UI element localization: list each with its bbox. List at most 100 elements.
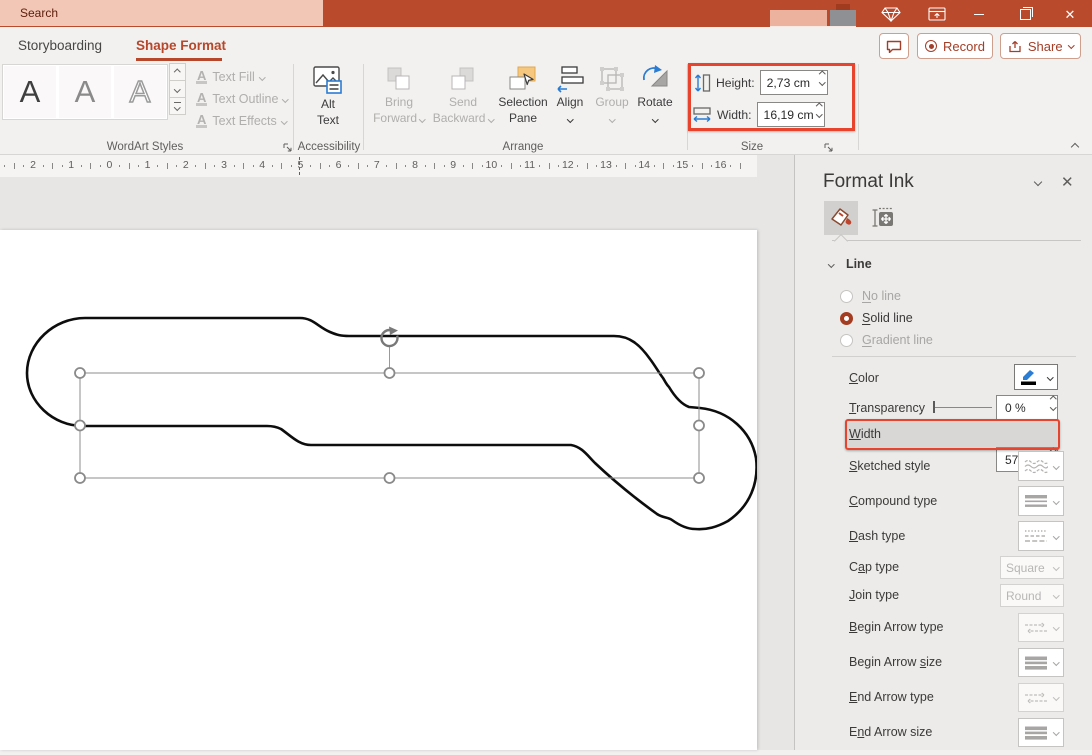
end-arrow-type-dropdown[interactable] — [1018, 683, 1064, 712]
horizontal-ruler[interactable]: 21012345678910111213141516 — [0, 155, 757, 177]
panel-chevron-down-icon[interactable] — [1034, 178, 1042, 186]
text-fill-icon: A — [196, 70, 207, 84]
slide-canvas[interactable] — [0, 230, 757, 750]
group-label-size: Size — [690, 141, 814, 153]
radio-gradient-line[interactable]: Gradient line — [840, 333, 933, 347]
ribbon-display-options-icon[interactable] — [922, 2, 952, 26]
begin-arrow-type-label: Begin Arrow type — [849, 620, 944, 634]
selection-handle[interactable] — [75, 368, 85, 378]
gallery-scroll-up-button[interactable] — [169, 63, 186, 81]
record-button[interactable]: Record — [917, 33, 993, 59]
height-input[interactable]: 2,73 cm — [760, 70, 828, 95]
cap-type-dropdown[interactable]: Square — [1000, 556, 1064, 579]
transparency-slider-track[interactable] — [935, 407, 992, 408]
rotate-icon — [640, 64, 670, 94]
restore-button[interactable] — [1010, 2, 1040, 26]
gallery-more-button[interactable] — [169, 97, 186, 115]
transparency-input[interactable]: 0 % — [996, 395, 1058, 420]
minimize-button[interactable] — [964, 2, 994, 26]
height-spinner[interactable] — [820, 72, 825, 84]
active-tab-underline — [136, 58, 222, 61]
compound-type-dropdown[interactable] — [1018, 486, 1064, 516]
selection-handle[interactable] — [75, 421, 85, 431]
text-outline-icon: A — [196, 92, 207, 106]
rotate-button[interactable]: Rotate — [632, 64, 678, 126]
arrow-type-icon — [1024, 690, 1048, 706]
width-spinner[interactable] — [817, 104, 822, 116]
wordart-style-3[interactable]: A — [114, 66, 166, 118]
selection-handle[interactable] — [694, 421, 704, 431]
wordart-style-1[interactable]: A — [4, 66, 56, 118]
selection-handle[interactable] — [385, 368, 395, 378]
tab-shape-format[interactable]: Shape Format — [136, 33, 226, 59]
selection-pane-button[interactable]: Selection Pane — [494, 64, 552, 126]
send-backward-icon — [448, 64, 478, 94]
comments-button[interactable] — [879, 33, 909, 59]
ink-fill-icon — [829, 206, 853, 230]
end-arrow-size-dropdown[interactable] — [1018, 718, 1064, 747]
tab-storyboarding[interactable]: Storyboarding — [18, 33, 102, 59]
width-input[interactable]: 16,19 cm — [757, 102, 825, 127]
slide-canvas-svg — [0, 230, 757, 750]
designer-icon[interactable] — [876, 2, 906, 26]
close-window-button[interactable]: ✕ — [1055, 2, 1085, 26]
alt-text-icon — [312, 64, 344, 96]
text-effects-button[interactable]: A Text Effects — [196, 110, 288, 132]
gallery-scroll-down-button[interactable] — [169, 80, 186, 98]
wordart-gallery: A A A — [2, 64, 168, 120]
wordart-gallery-scroll — [169, 64, 186, 115]
group-label-wordart: WordArt Styles — [60, 141, 230, 153]
radio-icon — [840, 334, 853, 347]
selection-handle[interactable] — [75, 473, 85, 483]
width-label: Width: — [717, 108, 752, 122]
join-type-dropdown[interactable]: Round — [1000, 584, 1064, 607]
dash-type-label: Dash type — [849, 529, 905, 543]
height-icon — [694, 73, 711, 93]
bring-forward-button[interactable]: Bring Forward — [368, 64, 430, 126]
compound-lines-icon — [1024, 493, 1048, 509]
panel-title: Format Ink — [823, 171, 914, 193]
selection-handle[interactable] — [385, 473, 395, 483]
cap-type-label: Cap type — [849, 560, 899, 574]
selection-handle[interactable] — [694, 473, 704, 483]
search-input[interactable]: Search — [0, 0, 323, 26]
ink-stroke[interactable] — [27, 318, 757, 529]
collapse-ribbon-button[interactable] — [1071, 143, 1079, 151]
format-ink-panel: Format Ink ✕ Line No line Solid line — [794, 155, 1092, 750]
close-icon: ✕ — [1065, 8, 1076, 21]
alt-text-button[interactable]: Alt Text — [300, 64, 356, 128]
comment-icon — [886, 40, 902, 53]
bring-forward-icon — [384, 64, 414, 94]
text-outline-button[interactable]: A Text Outline — [196, 88, 288, 110]
radio-icon — [840, 312, 853, 325]
begin-arrow-size-dropdown[interactable] — [1018, 648, 1064, 677]
radio-no-line[interactable]: No line — [840, 289, 901, 303]
tab-fill-line[interactable] — [824, 201, 858, 235]
selection-handle[interactable] — [694, 368, 704, 378]
radio-solid-line[interactable]: Solid line — [840, 311, 913, 325]
color-label: Color — [849, 371, 879, 385]
tab-size-properties[interactable] — [866, 201, 900, 235]
send-backward-button[interactable]: Send Backward — [432, 64, 494, 126]
wordart-style-2[interactable]: A — [59, 66, 111, 118]
share-dropdown-icon — [1068, 42, 1074, 48]
line-section-header[interactable]: Line — [829, 255, 872, 273]
arrow-type-icon — [1024, 620, 1048, 636]
group-button[interactable]: Group — [590, 64, 634, 126]
transparency-spinner[interactable] — [1051, 397, 1056, 409]
dash-type-dropdown[interactable] — [1018, 521, 1064, 551]
end-arrow-type-label: End Arrow type — [849, 690, 934, 704]
align-button[interactable]: Align — [550, 64, 590, 126]
ribbon-tab-row: Storyboarding Shape Format Record Share — [0, 27, 1092, 62]
compound-type-label: Compound type — [849, 494, 937, 508]
record-label: Record — [943, 39, 985, 54]
share-button[interactable]: Share — [1000, 33, 1081, 59]
size-dialog-launcher[interactable] — [823, 142, 834, 153]
sketched-style-dropdown[interactable] — [1018, 451, 1064, 481]
begin-arrow-size-label: Begin Arrow size — [849, 655, 942, 669]
begin-arrow-type-dropdown[interactable] — [1018, 613, 1064, 642]
panel-close-button[interactable]: ✕ — [1061, 173, 1074, 191]
text-fill-button[interactable]: A Text Fill — [196, 66, 288, 88]
color-picker-button[interactable] — [1014, 364, 1058, 390]
wordart-dialog-launcher[interactable] — [282, 142, 293, 153]
